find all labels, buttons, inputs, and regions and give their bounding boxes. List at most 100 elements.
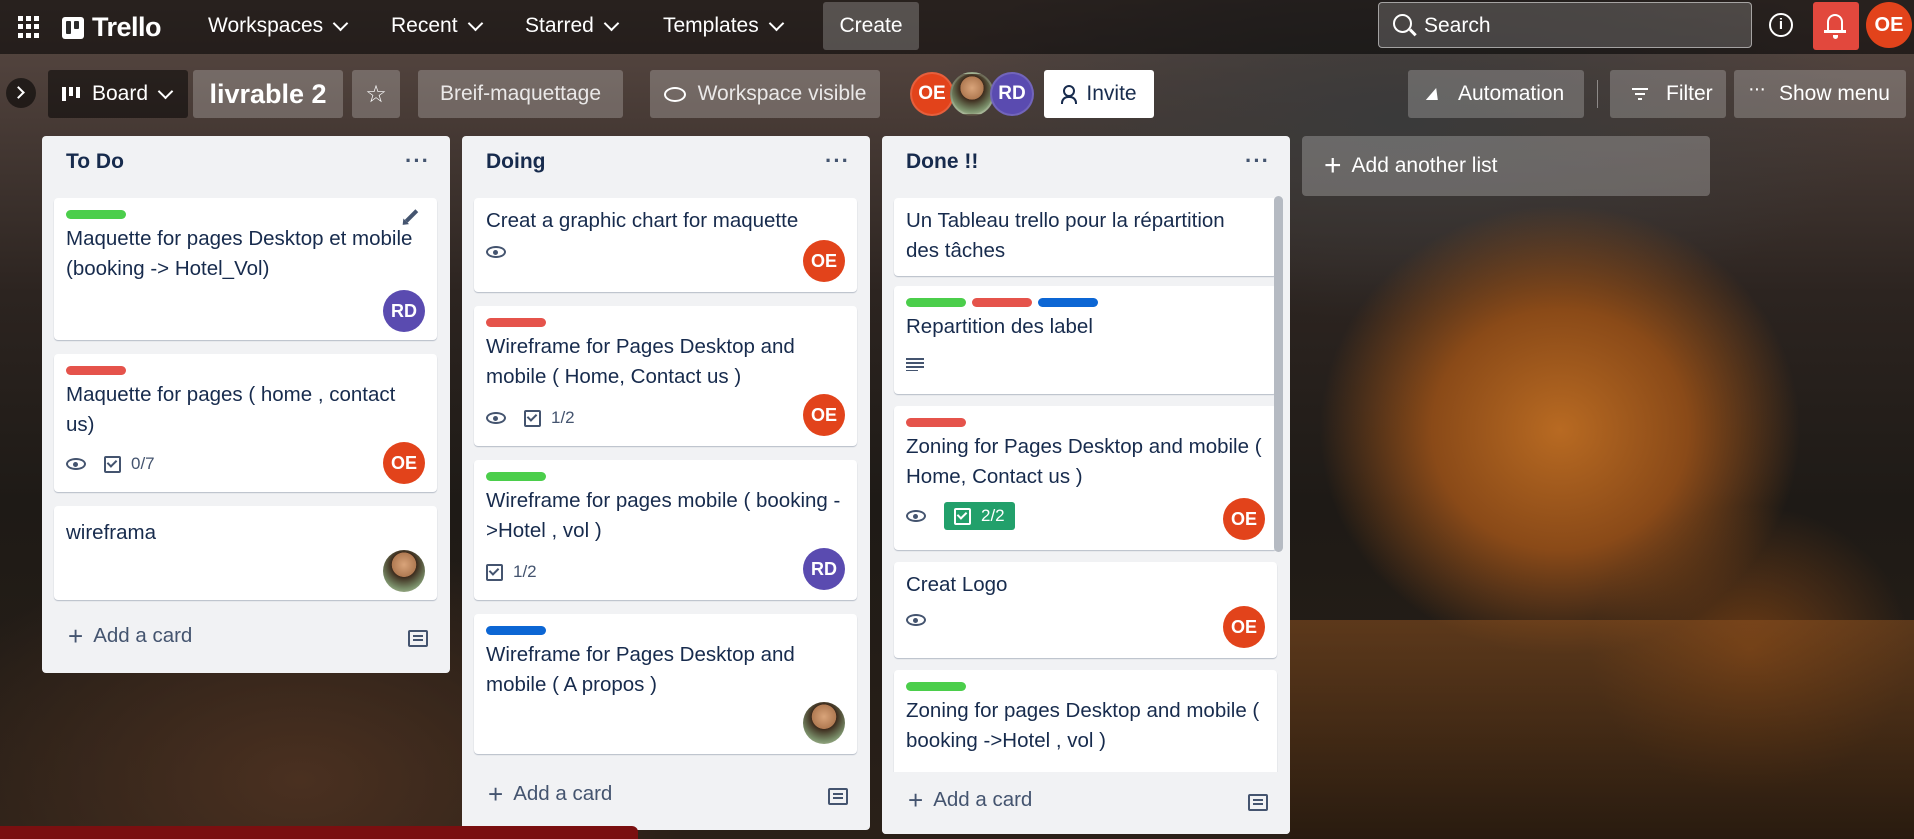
label-red[interactable] [486, 318, 546, 327]
checklist-badge: 1/2 [524, 408, 575, 428]
card-labels[interactable] [906, 298, 1098, 307]
card-labels[interactable] [486, 318, 546, 327]
card[interactable]: Maquette for pages Desktop et mobile (bo… [54, 198, 437, 340]
card-badges: 1/2 [486, 408, 575, 428]
card[interactable]: Un Tableau trello pour la répartition de… [894, 198, 1277, 276]
card-labels[interactable] [906, 682, 966, 691]
list-title[interactable]: Doing [486, 150, 545, 174]
list-menu-icon[interactable]: ··· [825, 148, 850, 174]
label-blue[interactable] [1038, 298, 1098, 307]
lightning-icon [1425, 88, 1443, 100]
trello-logo[interactable]: Trello [62, 12, 162, 43]
card-labels[interactable] [486, 626, 546, 635]
card[interactable]: Wireframe for Pages Desktop and mobile (… [474, 306, 857, 446]
card-badges: 2/2 [906, 502, 1015, 530]
more-dots-icon: ··· [1748, 78, 1766, 100]
checklist-icon [524, 409, 541, 427]
card-title: Wireframe for Pages Desktop and mobile (… [486, 335, 795, 388]
app-switcher-icon[interactable] [18, 16, 40, 38]
automation-button[interactable]: Automation [1408, 70, 1584, 118]
nav-recent[interactable]: Recent [391, 14, 483, 38]
board-title[interactable]: livrable 2 [193, 70, 343, 118]
visibility-button[interactable]: Workspace visible [650, 70, 880, 118]
card-member-avatar[interactable]: RD [383, 290, 425, 332]
add-card-button[interactable]: + Add a card [488, 781, 612, 807]
expand-sidebar-button[interactable] [6, 78, 36, 108]
card[interactable]: Creat Logo OE [894, 562, 1277, 658]
label-green[interactable] [906, 298, 966, 307]
card-title: Wireframe for Pages Desktop and mobile (… [486, 643, 795, 696]
list-menu-icon[interactable]: ··· [1245, 148, 1270, 174]
label-green[interactable] [486, 472, 546, 481]
list-menu-icon[interactable]: ··· [405, 148, 430, 174]
card-labels[interactable] [486, 472, 546, 481]
card[interactable]: Wireframe for pages mobile ( booking ->H… [474, 460, 857, 600]
card[interactable]: wireframa [54, 506, 437, 600]
card-title: Repartition des label [906, 315, 1093, 338]
card-title: Maquette for pages ( home , contact us) [66, 383, 396, 436]
user-avatar[interactable]: OE [1866, 2, 1912, 48]
nav-templates[interactable]: Templates [663, 14, 784, 38]
card[interactable]: Wireframe for Pages Desktop and mobile (… [474, 614, 857, 754]
card-badges: 1/2 [486, 562, 537, 582]
label-blue[interactable] [486, 626, 546, 635]
checklist-complete-badge: 2/2 [944, 502, 1015, 530]
header-divider [1597, 80, 1598, 108]
card[interactable]: Zoning for Pages Desktop and mobile ( Ho… [894, 406, 1277, 550]
card-template-icon[interactable] [828, 788, 848, 805]
plus-icon: + [68, 621, 84, 651]
add-card-button[interactable]: + Add a card [68, 621, 192, 651]
member-avatar-oe[interactable]: OE [910, 72, 954, 116]
card-member-avatar[interactable]: OE [383, 442, 425, 484]
card-labels[interactable] [66, 210, 126, 219]
card[interactable]: Zoning for pages Desktop and mobile ( bo… [894, 670, 1277, 780]
card-member-avatar[interactable] [383, 550, 425, 592]
label-red[interactable] [906, 418, 966, 427]
member-avatar-photo[interactable] [950, 72, 994, 116]
card[interactable]: Repartition des label [894, 286, 1277, 394]
member-avatar-rd[interactable]: RD [990, 72, 1034, 116]
list-todo: To Do ··· Maquette for pages Desktop et … [42, 136, 450, 673]
label-red[interactable] [972, 298, 1032, 307]
add-another-list-button[interactable]: + Add another list [1302, 136, 1710, 196]
card-member-avatar[interactable]: OE [803, 240, 845, 282]
add-card-button[interactable]: + Add a card [908, 787, 1032, 813]
card-labels[interactable] [66, 366, 126, 375]
edit-pencil-icon[interactable] [404, 209, 419, 223]
checklist-icon [486, 563, 503, 581]
card-member-avatar[interactable]: OE [1223, 606, 1265, 648]
nav-workspaces[interactable]: Workspaces [208, 14, 349, 38]
browser-status-bar [0, 826, 638, 839]
card-member-avatar[interactable]: RD [803, 548, 845, 590]
workspace-button[interactable]: Breif-maquettage [418, 70, 623, 118]
create-button[interactable]: Create [823, 2, 919, 50]
board-members: OE RD [910, 72, 1034, 116]
search-input[interactable]: Search [1378, 2, 1752, 48]
nav-starred[interactable]: Starred [525, 14, 620, 38]
card-template-icon[interactable] [1248, 794, 1268, 811]
card-member-avatar[interactable]: OE [1223, 498, 1265, 540]
label-red[interactable] [66, 366, 126, 375]
card-labels[interactable] [906, 418, 966, 427]
card-member-avatar[interactable]: OE [803, 394, 845, 436]
star-board-button[interactable]: ☆ [352, 70, 400, 118]
show-menu-button[interactable]: ··· Show menu [1734, 70, 1906, 118]
chevron-down-icon [603, 15, 620, 31]
label-green[interactable] [906, 682, 966, 691]
notifications-button[interactable] [1813, 2, 1859, 50]
card-template-icon[interactable] [408, 630, 428, 647]
list-scrollbar[interactable] [1274, 196, 1283, 552]
info-icon[interactable]: i [1769, 13, 1793, 37]
filter-button[interactable]: Filter [1610, 70, 1726, 118]
card[interactable]: Creat a graphic chart for maquette OE [474, 198, 857, 292]
card-member-avatar[interactable] [803, 702, 845, 744]
board-view-switcher[interactable]: Board [48, 70, 188, 118]
invite-button[interactable]: Invite [1044, 70, 1154, 118]
list-title[interactable]: Done !! [906, 150, 978, 174]
card[interactable]: Maquette for pages ( home , contact us) … [54, 354, 437, 492]
list-title[interactable]: To Do [66, 150, 124, 174]
background-lake [1290, 620, 1914, 839]
card-title: Wireframe for pages mobile ( booking ->H… [486, 489, 841, 542]
search-icon [1393, 14, 1412, 33]
label-green[interactable] [66, 210, 126, 219]
